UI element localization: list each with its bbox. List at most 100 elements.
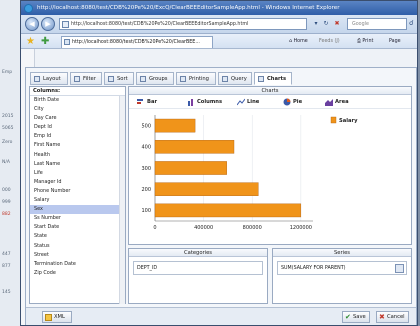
bg-line: N/A xyxy=(2,160,10,165)
tab-groups[interactable]: Groups xyxy=(136,72,174,85)
xml-icon xyxy=(45,314,52,321)
chart-type-area-button[interactable]: Area xyxy=(325,98,349,106)
refresh-icon[interactable]: ↻ xyxy=(321,19,331,29)
tab-label: Sort xyxy=(117,76,128,82)
chart-type-pie-button[interactable]: Pie xyxy=(283,98,302,106)
x-tick-label: 800000 xyxy=(243,225,262,231)
column-item[interactable]: City xyxy=(30,105,125,114)
y-tick-label: 100 xyxy=(141,208,151,214)
sort-icon xyxy=(108,76,114,82)
save-button[interactable]: ✔ Save xyxy=(342,311,370,323)
column-item[interactable]: First Name xyxy=(30,141,125,150)
print-button[interactable]: ⎙ Print xyxy=(357,36,373,47)
background-page: Emp 2015 5065 Zero N/A 000 999 882 447 8… xyxy=(0,0,22,326)
browser-window: http://localhost:8080/test/CDB%20Pe%20/E… xyxy=(20,0,418,326)
column-item[interactable]: Zip Code xyxy=(30,269,125,278)
column-item[interactable]: Birth Date xyxy=(30,96,125,105)
print-label: Print xyxy=(362,39,374,44)
window-title-bar: http://localhost:8080/test/CDB%20Pe%20/E… xyxy=(21,1,417,15)
legend-swatch xyxy=(330,116,337,124)
filter-icon xyxy=(74,76,80,82)
page-icon xyxy=(64,39,70,45)
chart-type-columns-button[interactable]: Columns xyxy=(187,98,222,106)
series-edit-button[interactable] xyxy=(395,264,404,273)
column-item[interactable]: State xyxy=(30,232,125,241)
page-menu-button[interactable]: Page xyxy=(389,36,401,47)
bar xyxy=(154,118,196,133)
close-icon: ✖ xyxy=(379,313,385,321)
bg-line: Emp xyxy=(2,70,13,75)
favorites-star-icon[interactable]: ★ xyxy=(26,35,35,48)
search-input[interactable]: Google xyxy=(347,18,407,30)
column-item[interactable]: Status xyxy=(30,242,125,251)
back-button[interactable]: ◀ xyxy=(25,17,39,31)
navigation-bar: ◀ ▶ http://localhost:8080/test/CDB%20Pe%… xyxy=(21,15,417,34)
tab-charts[interactable]: Charts xyxy=(254,72,292,85)
y-tick-label: 300 xyxy=(141,166,151,172)
tab-sort[interactable]: Sort xyxy=(104,72,134,85)
xml-label: XML xyxy=(54,314,65,320)
bar xyxy=(154,182,259,196)
column-item[interactable]: Sex xyxy=(30,205,125,215)
series-header: Series xyxy=(273,249,411,257)
address-bar[interactable]: http://localhost:8080/test/CDB%20Pe%20/C… xyxy=(59,18,307,30)
column-item[interactable]: Start Date xyxy=(30,223,125,232)
query-icon xyxy=(222,76,228,82)
categories-panel: Categories DEPT_ID xyxy=(128,248,268,304)
bg-line: 877 xyxy=(2,264,11,269)
column-item[interactable]: Salary xyxy=(30,196,125,205)
bg-line: Zero xyxy=(2,140,13,145)
column-item[interactable]: Phone Number xyxy=(30,187,125,196)
column-item[interactable]: Emp Id xyxy=(30,132,125,141)
column-item[interactable]: Dept Id xyxy=(30,123,125,132)
charts-panel: Charts Bar Columns Line Pie Area 500 400… xyxy=(128,86,412,245)
tab-label: Charts xyxy=(267,76,287,82)
tab-filter[interactable]: Filter xyxy=(70,72,102,85)
xml-button[interactable]: XML xyxy=(42,311,72,323)
tab-query[interactable]: Query xyxy=(218,72,252,85)
columns-scrollbar[interactable] xyxy=(119,96,125,304)
column-item[interactable]: Ss Number xyxy=(30,214,125,223)
categories-field[interactable]: DEPT_ID xyxy=(133,261,263,275)
column-item[interactable]: Health xyxy=(30,151,125,160)
search-icon[interactable]: ☌ xyxy=(409,19,414,27)
chart-type-label: Line xyxy=(247,99,260,105)
bar xyxy=(154,203,302,218)
charts-panel-header: Charts xyxy=(129,87,411,95)
tab-layout[interactable]: Layout xyxy=(30,72,68,85)
bg-line: 882 xyxy=(2,212,11,217)
cancel-button[interactable]: ✖ Cancel xyxy=(376,311,409,323)
column-item[interactable]: Manager Id xyxy=(30,178,125,187)
forward-button[interactable]: ▶ xyxy=(41,17,55,31)
favorites-bar: ★ ✚ http://localhost:8080/test/CDB%20Pe%… xyxy=(21,34,417,49)
charts-icon xyxy=(258,76,264,82)
add-favorite-icon[interactable]: ✚ xyxy=(41,35,49,48)
column-item[interactable]: Street xyxy=(30,251,125,260)
tab-label: Filter xyxy=(83,76,96,82)
chart-type-line-button[interactable]: Line xyxy=(237,98,259,106)
chart-type-label: Bar xyxy=(147,99,158,105)
cancel-label: Cancel xyxy=(387,314,405,320)
feeds-button[interactable]: Feeds (J) xyxy=(319,36,340,47)
chart-type-bar-button[interactable]: Bar xyxy=(137,98,157,106)
tab-label: Groups xyxy=(149,76,168,82)
address-text: http://localhost:8080/test/CDB%20Pe%20/C… xyxy=(71,22,249,27)
browser-tab[interactable]: http://localhost:8080/test/CDB%20Pe%20/C… xyxy=(61,36,213,48)
columns-list: Birth Date City Day Care Dept Id Emp Id First… xyxy=(30,96,125,278)
chart-type-label: Pie xyxy=(293,99,303,105)
column-item[interactable]: Day Care xyxy=(30,114,125,123)
dropdown-icon[interactable]: ▾ xyxy=(311,19,321,29)
column-item[interactable]: Termination Date xyxy=(30,260,125,269)
bg-line: 999 xyxy=(2,200,11,205)
series-field[interactable]: SUM(SALARY FOR PARENT) xyxy=(277,261,407,275)
column-item[interactable]: Last Name xyxy=(30,160,125,169)
save-label: Save xyxy=(353,314,366,320)
home-button[interactable]: ⌂ Home xyxy=(289,36,308,47)
bg-line: 000 xyxy=(2,188,11,193)
stop-icon[interactable]: ✖ xyxy=(332,19,342,29)
y-tick-label: 500 xyxy=(141,123,151,129)
columns-header: Columns: xyxy=(30,87,125,96)
bg-line: 145 xyxy=(2,290,11,295)
column-item[interactable]: Life xyxy=(30,169,125,178)
tab-printing[interactable]: Printing xyxy=(176,72,216,85)
